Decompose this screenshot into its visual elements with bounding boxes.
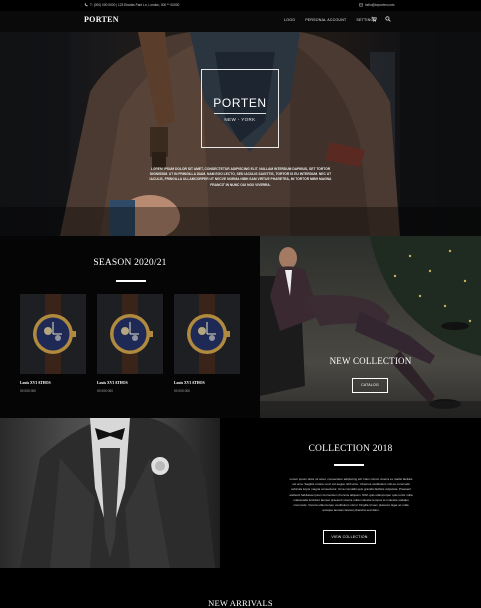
search-icon[interactable] (385, 16, 391, 22)
contact-email-text[interactable]: hello@lorporten.com (365, 3, 394, 7)
contact-email[interactable]: hello@lorporten.com (359, 3, 394, 7)
watch-image (174, 294, 240, 374)
product-name[interactable]: Louis XVI ATHOS (97, 381, 163, 385)
new-arrivals-title: NEW ARRIVALS (208, 598, 273, 608)
phone-icon (84, 3, 88, 7)
hero-brand: PORTEN (213, 96, 267, 110)
hero-description: LOREM IPSUM DOLOR SIT AMET, CONSECTETUR … (149, 167, 332, 187)
collection-2018-section: COLLECTION 2018 Lorem ipsum dolor sit am… (220, 418, 481, 568)
nav-icons (371, 16, 391, 22)
new-arrivals-section: NEW ARRIVALS (0, 568, 481, 608)
cart-icon[interactable] (371, 16, 377, 22)
collection-2018-description: Lorem ipsum dolor sit amet, consectetur … (289, 477, 413, 513)
new-collection-title: NEW COLLECTION (329, 356, 412, 366)
top-contact-bar: Т: (000) 000 0000 | 123 Ebanks Park Ln, … (0, 0, 481, 11)
nav-link-logo[interactable]: LOGO (284, 18, 295, 22)
product-image[interactable] (20, 294, 86, 374)
hero-brand-box: PORTEN NEW - YORK (201, 69, 279, 148)
collection-2018-photo (0, 418, 220, 568)
new-collection-panel: NEW COLLECTION CATALOG (260, 236, 481, 418)
season-section: SEASON 2020/21 Louis XVI ATHOS 00 000 00… (0, 236, 260, 418)
product-card[interactable]: Louis XVI ATHOS 00 000 000 (174, 294, 240, 393)
product-image[interactable] (97, 294, 163, 374)
product-image[interactable] (174, 294, 240, 374)
catalog-button[interactable]: CATALOG (352, 378, 388, 393)
nav-links: LOGO PERSONAL ACCOUNT SETTINGS (284, 18, 376, 22)
product-price: 00 000 000 (20, 389, 36, 393)
watch-image (97, 294, 163, 374)
hero-subtitle: NEW - YORK (224, 117, 256, 122)
suited-man-photo (20, 418, 215, 568)
product-name[interactable]: Louis XVI ATHOS (20, 381, 86, 385)
hero-banner: PORTEN NEW - YORK LOREM IPSUM DOLOR SIT … (0, 32, 481, 236)
season-divider (116, 280, 146, 282)
mail-icon (359, 3, 363, 7)
nav-link-personal-account[interactable]: PERSONAL ACCOUNT (305, 18, 346, 22)
contact-address-text: Т: (000) 000 0000 | 123 Ebanks Park Ln, … (90, 3, 180, 7)
contact-address: Т: (000) 000 0000 | 123 Ebanks Park Ln, … (84, 3, 179, 7)
collection-2018-title: COLLECTION 2018 (308, 444, 393, 454)
hero-divider (214, 113, 266, 114)
product-price: 00 000 000 (174, 389, 190, 393)
main-nav: PORTEN LOGO PERSONAL ACCOUNT SETTINGS (0, 11, 481, 32)
product-card[interactable]: Louis XVI ATHOS 00 000 000 (20, 294, 86, 393)
site-logo[interactable]: PORTEN (84, 15, 119, 24)
product-card[interactable]: Louis XVI ATHOS 00 000 000 (97, 294, 163, 393)
season-title: SEASON 2020/21 (93, 258, 167, 268)
watch-image (20, 294, 86, 374)
collection-2018-divider (334, 464, 364, 466)
product-price: 00 000 000 (97, 389, 113, 393)
view-collection-button[interactable]: VIEW COLLECTION (323, 530, 376, 544)
product-name[interactable]: Louis XVI ATHOS (174, 381, 240, 385)
